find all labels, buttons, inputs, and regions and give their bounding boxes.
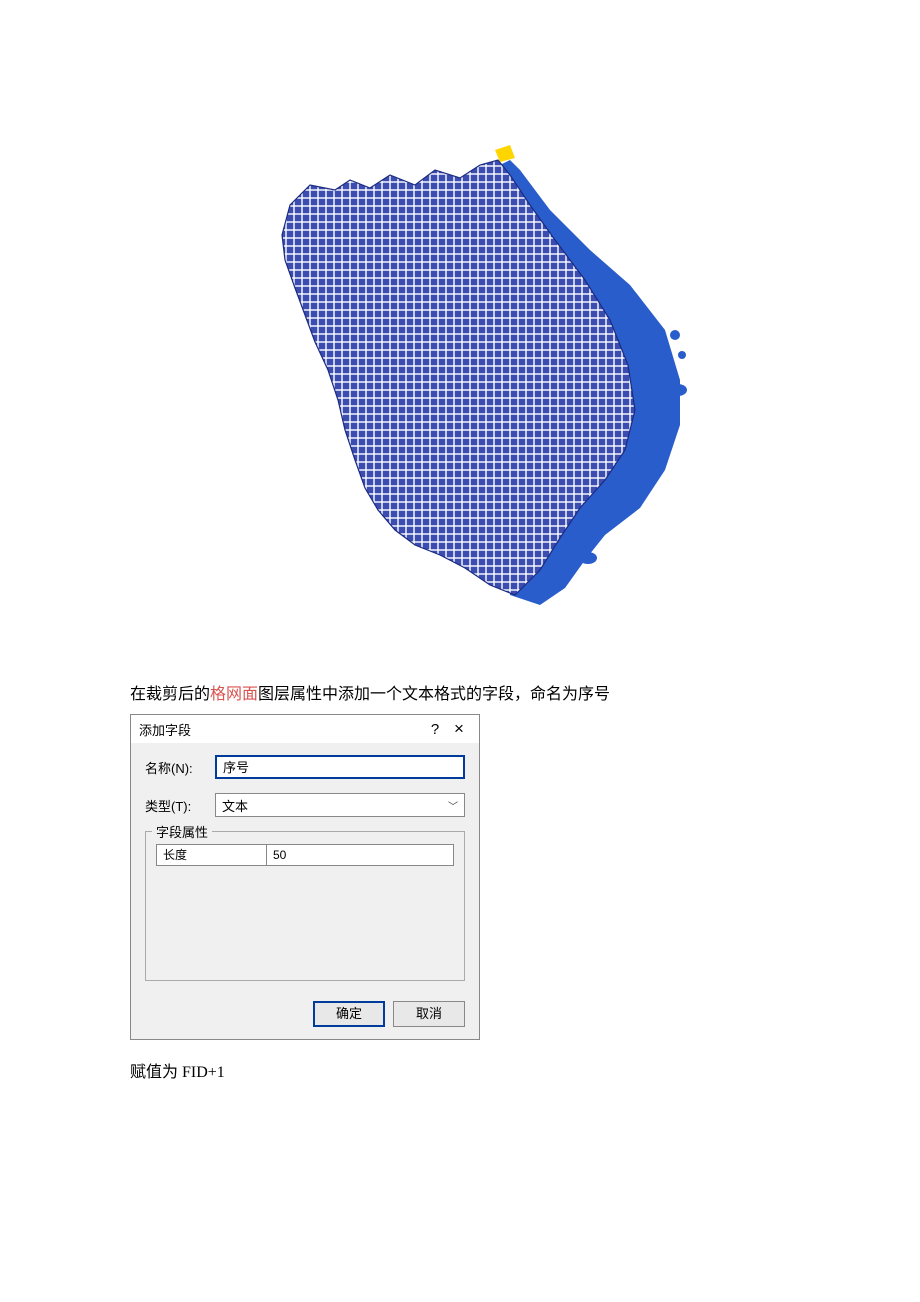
dialog-titlebar: 添加字段 ? ×: [131, 715, 479, 743]
caption-text: 在裁剪后的格网面图层属性中添加一个文本格式的字段，命名为序号: [130, 680, 920, 704]
length-value[interactable]: 50: [267, 845, 453, 865]
ok-button[interactable]: 确定: [313, 1001, 385, 1027]
cancel-button[interactable]: 取消: [393, 1001, 465, 1027]
type-select[interactable]: 文本 ﹀: [215, 793, 465, 817]
dialog-buttons: 确定 取消: [131, 991, 479, 1039]
name-row: 名称(N): 序号: [145, 755, 465, 779]
type-row: 类型(T): 文本 ﹀: [145, 793, 465, 817]
close-icon[interactable]: ×: [447, 719, 471, 739]
length-row: 长度 50: [156, 844, 454, 866]
length-label: 长度: [157, 845, 267, 865]
add-field-dialog: 添加字段 ? × 名称(N): 序号 类型(T): 文本 ﹀ 字段属性 长度 5…: [130, 714, 480, 1040]
field-properties-legend: 字段属性: [152, 822, 212, 841]
dialog-body: 名称(N): 序号 类型(T): 文本 ﹀ 字段属性 长度 50: [131, 743, 479, 991]
help-icon[interactable]: ?: [423, 721, 447, 738]
caption-prefix: 在裁剪后的: [130, 686, 210, 703]
dialog-title: 添加字段: [139, 720, 423, 739]
type-selected-value: 文本: [222, 796, 248, 815]
caption-highlight: 格网面: [210, 686, 258, 703]
type-label: 类型(T):: [145, 796, 215, 815]
chevron-down-icon: ﹀: [448, 798, 458, 813]
field-properties-group: 字段属性 长度 50: [145, 831, 465, 981]
footnote-text: 赋值为 FID+1: [130, 1058, 920, 1082]
name-label: 名称(N):: [145, 758, 215, 777]
name-input[interactable]: 序号: [215, 755, 465, 779]
caption-suffix: 图层属性中添加一个文本格式的字段，命名为序号: [258, 686, 610, 703]
grid-map-svg: [210, 130, 710, 630]
map-illustration: [0, 100, 920, 660]
